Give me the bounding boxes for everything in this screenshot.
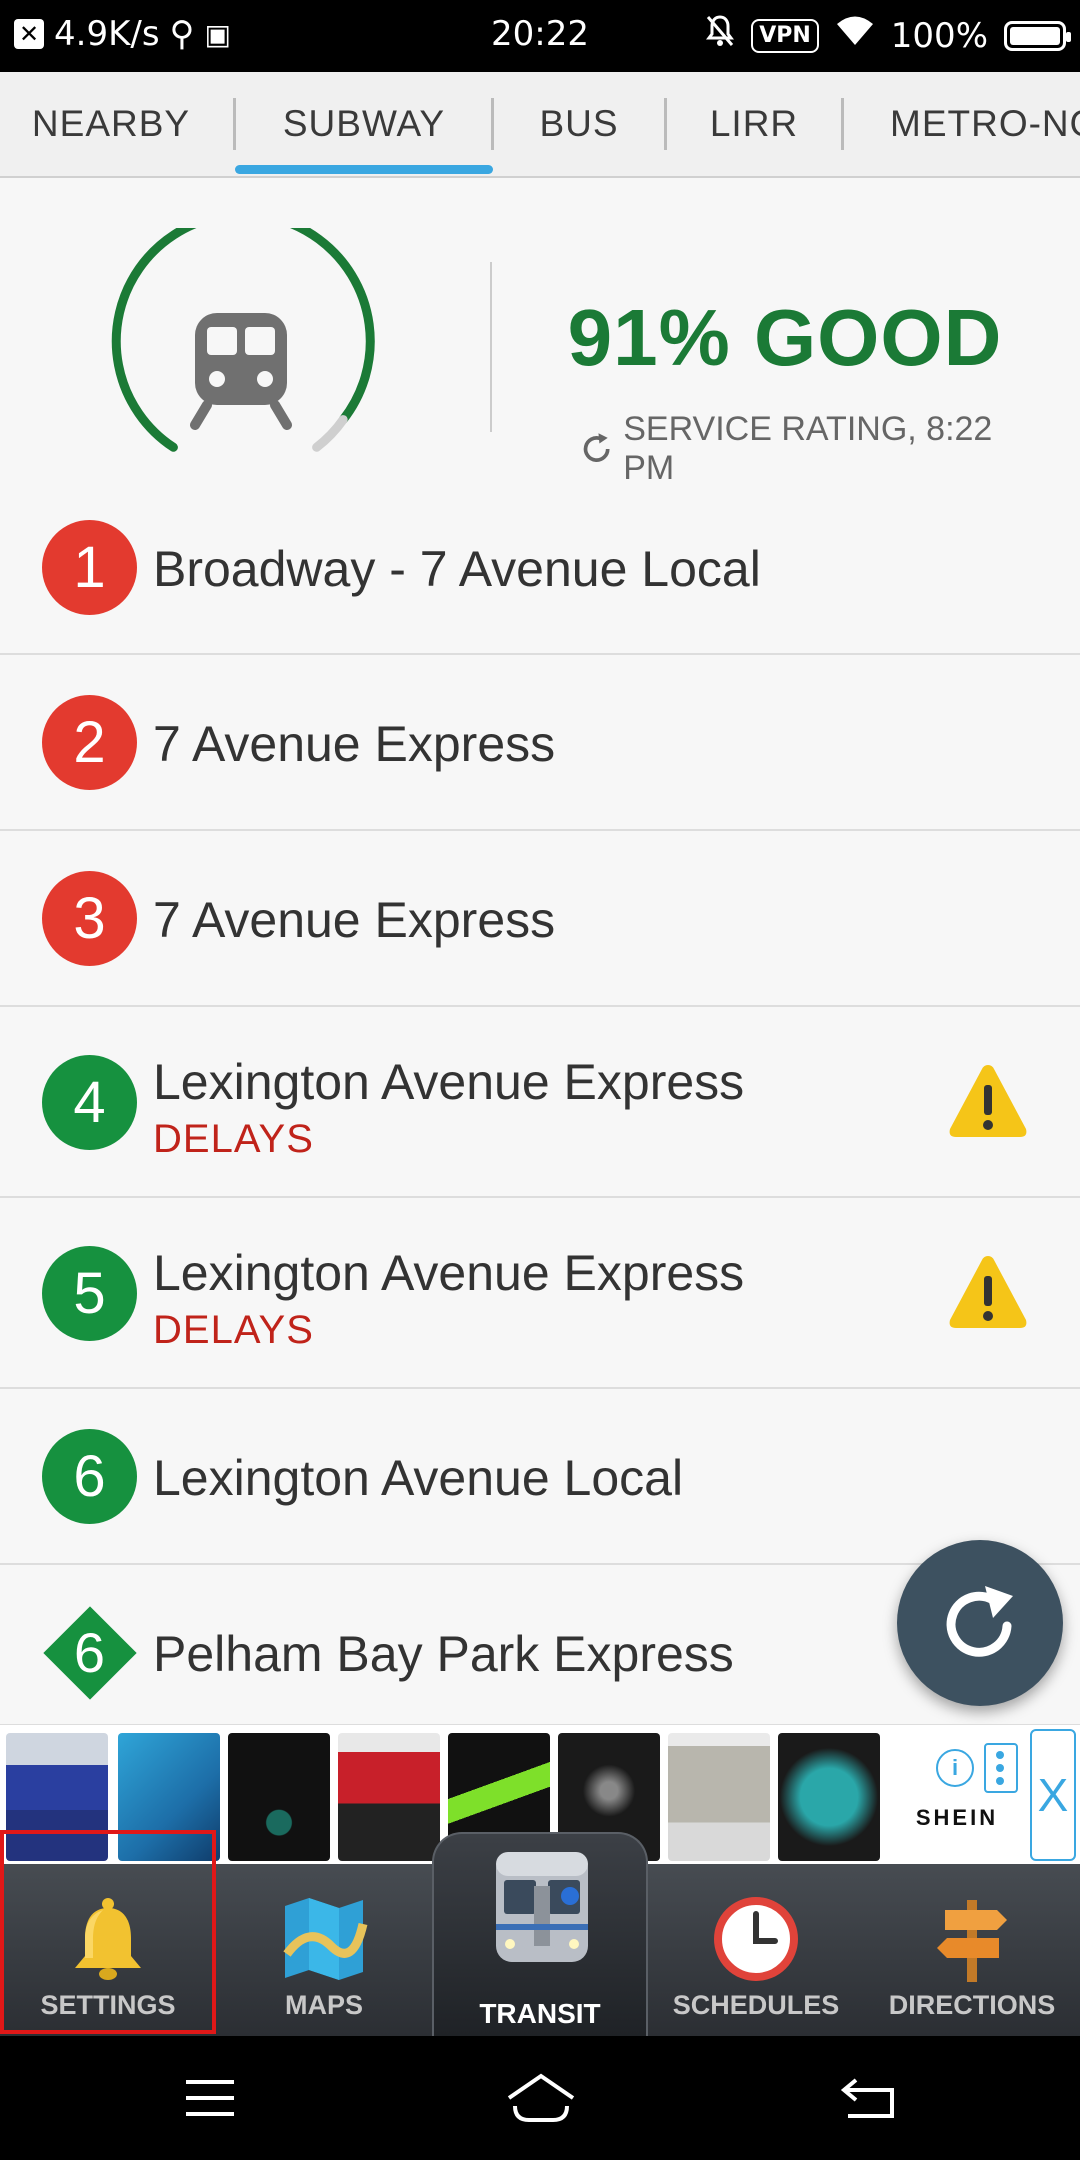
route-name: Broadway - 7 Avenue Local bbox=[153, 541, 761, 597]
ad-info-icon[interactable]: i bbox=[936, 1749, 974, 1787]
route-name: 7 Avenue Express bbox=[153, 716, 556, 772]
route-bullet: 5 bbox=[42, 1246, 137, 1341]
tab-nearby[interactable]: NEARBY bbox=[0, 72, 222, 176]
bell-icon bbox=[75, 1898, 141, 1980]
route-bullet: 4 bbox=[42, 1055, 137, 1150]
route-row-3[interactable]: 3 7 Avenue Express bbox=[0, 831, 1080, 1007]
status-bar: ✕ 4.9K/s ⚲ ▣ 20:22 VPN 100% bbox=[0, 0, 1080, 72]
ad-close-button[interactable]: X bbox=[1030, 1729, 1076, 1861]
bottom-navigation: SETTINGS MAPS TRANSIT SCHEDULES DIRECTIO… bbox=[0, 1832, 1080, 2036]
map-icon bbox=[283, 1898, 368, 1980]
nav-schedules-label: SCHEDULES bbox=[672, 1990, 840, 2020]
ad-product-image[interactable] bbox=[338, 1733, 440, 1861]
menu-icon[interactable] bbox=[184, 2076, 236, 2120]
route-row-6[interactable]: 6 Lexington Avenue Local bbox=[0, 1389, 1080, 1565]
route-row-1[interactable]: 1 Broadway - 7 Avenue Local bbox=[0, 480, 1080, 655]
nav-directions-label: DIRECTIONS bbox=[888, 1990, 1056, 2020]
subway-train-icon bbox=[496, 1852, 588, 1962]
wifi-icon bbox=[835, 15, 875, 56]
route-bullet: 6 bbox=[42, 1429, 137, 1524]
route-status: DELAYS bbox=[153, 1117, 314, 1161]
tab-bus[interactable]: BUS bbox=[494, 72, 664, 176]
back-icon[interactable] bbox=[840, 2074, 898, 2120]
route-status: DELAYS bbox=[153, 1308, 314, 1352]
clock-icon bbox=[714, 1897, 798, 1981]
service-gauge bbox=[111, 228, 375, 452]
battery-icon bbox=[1004, 20, 1071, 51]
battery-percent: 100% bbox=[890, 15, 988, 56]
ad-product-image[interactable] bbox=[778, 1733, 880, 1861]
route-bullet: 1 bbox=[42, 520, 137, 615]
tab-selected-indicator bbox=[235, 165, 493, 174]
ad-product-image[interactable] bbox=[228, 1733, 330, 1861]
subway-train-icon bbox=[190, 313, 292, 430]
route-list: 1 Broadway - 7 Avenue Local 2 7 Avenue E… bbox=[0, 480, 1080, 1731]
vpn-icon: VPN bbox=[751, 18, 819, 53]
signpost-icon bbox=[937, 1900, 1007, 1982]
mute-bell-icon bbox=[705, 14, 735, 57]
refresh-icon bbox=[946, 1586, 1013, 1657]
status-right: VPN 100% bbox=[705, 14, 1071, 57]
nav-maps-label: MAPS bbox=[284, 1990, 363, 2020]
system-nav-bar bbox=[0, 2036, 1080, 2160]
route-bullet: 3 bbox=[42, 871, 137, 966]
service-rating-value: 91% GOOD bbox=[567, 293, 1003, 382]
route-row-2[interactable]: 2 7 Avenue Express bbox=[0, 655, 1080, 831]
nav-transit[interactable]: TRANSIT bbox=[432, 1832, 648, 2036]
ad-product-image[interactable] bbox=[6, 1733, 108, 1861]
tab-lirr[interactable]: LIRR bbox=[667, 72, 841, 176]
route-name: Lexington Avenue Local bbox=[153, 1450, 684, 1506]
nav-directions[interactable]: DIRECTIONS bbox=[864, 1864, 1080, 2036]
nav-transit-label: TRANSIT bbox=[479, 1998, 601, 2029]
rating-divider bbox=[490, 262, 492, 432]
service-rating-time: SERVICE RATING, 8:22 PM bbox=[623, 410, 993, 487]
nav-schedules[interactable]: SCHEDULES bbox=[648, 1864, 864, 2036]
refresh-button[interactable] bbox=[897, 1540, 1063, 1706]
tab-metro-north[interactable]: METRO-NO bbox=[858, 72, 1080, 176]
route-name: Lexington Avenue Express bbox=[153, 1245, 745, 1301]
nav-maps[interactable]: MAPS bbox=[216, 1864, 432, 2036]
ad-product-image[interactable] bbox=[118, 1733, 220, 1861]
route-row-5[interactable]: 5 Lexington Avenue Express DELAYS bbox=[0, 1198, 1080, 1389]
nav-settings[interactable]: SETTINGS bbox=[0, 1864, 216, 2036]
ad-options-icon[interactable] bbox=[984, 1743, 1018, 1793]
route-name: 7 Avenue Express bbox=[153, 892, 556, 948]
nav-settings-label: SETTINGS bbox=[40, 1990, 176, 2020]
warning-icon[interactable] bbox=[946, 1250, 1030, 1334]
route-row-4[interactable]: 4 Lexington Avenue Express DELAYS bbox=[0, 1007, 1080, 1198]
home-icon[interactable] bbox=[505, 2072, 577, 2124]
service-rating-subtitle[interactable]: SERVICE RATING, 8:22 PM bbox=[580, 410, 1020, 488]
ad-product-image[interactable] bbox=[668, 1733, 770, 1861]
warning-icon[interactable] bbox=[946, 1059, 1030, 1143]
ad-brand[interactable]: SHEIN bbox=[892, 1805, 1022, 1831]
route-bullet: 2 bbox=[42, 695, 137, 790]
tab-subway[interactable]: SUBWAY bbox=[236, 72, 492, 176]
transit-tabs: NEARBY SUBWAY BUS LIRR METRO-NO bbox=[0, 72, 1080, 178]
refresh-small-icon bbox=[583, 433, 610, 462]
tab-divider bbox=[841, 98, 844, 150]
route-name: Lexington Avenue Express bbox=[153, 1054, 745, 1110]
route-bullet-diamond: 6 bbox=[42, 1605, 137, 1700]
route-name: Pelham Bay Park Express bbox=[153, 1626, 734, 1682]
